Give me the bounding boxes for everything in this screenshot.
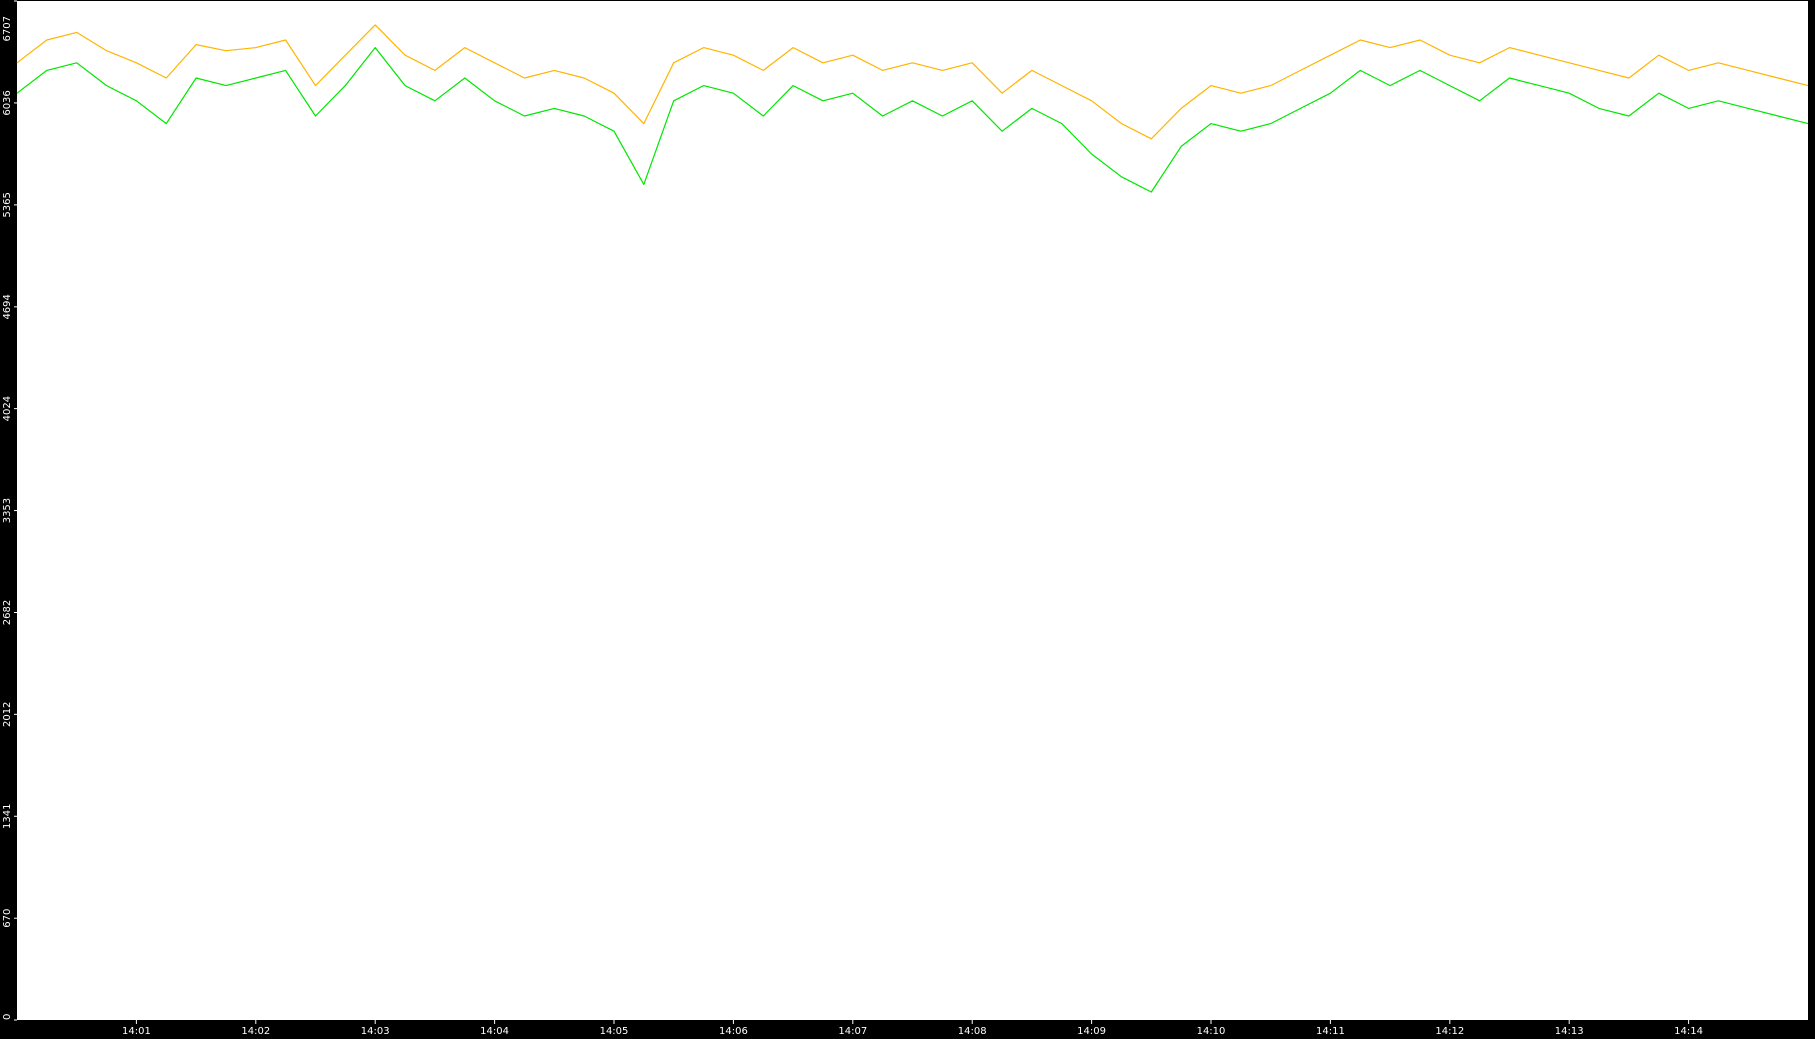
y-tick-label: 2012 [2, 702, 13, 727]
x-tick-label: 14:13 [1555, 1026, 1584, 1037]
y-tick-label: 3353 [2, 498, 13, 523]
y-tick-label: 4694 [2, 294, 13, 319]
x-tick-label: 14:14 [1674, 1026, 1703, 1037]
chart-svg: 0 670 1341 2012 2682 3353 4024 4694 5365 6036 6707… [2, 0, 1809, 1037]
y-tick-label: 0 [2, 1014, 13, 1020]
y-tick-label: 2682 [2, 600, 13, 625]
x-tick-label: 14:06 [719, 1026, 748, 1037]
x-tick-label: 14:02 [241, 1026, 270, 1037]
y-tick-label: 5365 [2, 192, 13, 217]
x-tick-label: 14:11 [1316, 1026, 1345, 1037]
plot-area [17, 1, 1808, 1020]
x-tick-label: 14:12 [1435, 1026, 1464, 1037]
x-tick-label: 14:03 [361, 1026, 390, 1037]
y-axis-ticks: 0 670 1341 2012 2682 3353 4024 4694 5365 6036 6707 [2, 0, 17, 1021]
y-tick-label: 6036 [2, 90, 13, 115]
x-tick-label: 14:05 [600, 1026, 629, 1037]
y-tick-label: 6707 [2, 16, 13, 41]
x-tick-label: 14:07 [838, 1026, 867, 1037]
y-tick-label: 1341 [2, 804, 13, 829]
x-tick-label: 14:01 [122, 1026, 151, 1037]
y-tick-label: 670 [2, 909, 13, 928]
x-tick-label: 14:08 [958, 1026, 987, 1037]
x-tick-label: 14:04 [480, 1026, 509, 1037]
x-tick-label: 14:10 [1197, 1026, 1226, 1037]
x-axis-ticks: 14:01 14:02 14:03 14:04 14:05 14:06 14:07 14:08… [122, 1020, 1703, 1037]
x-tick-label: 14:09 [1077, 1026, 1106, 1037]
time-series-chart: 0 670 1341 2012 2682 3353 4024 4694 5365 6036 6707… [0, 0, 1815, 1039]
y-tick-label: 4024 [2, 396, 13, 421]
